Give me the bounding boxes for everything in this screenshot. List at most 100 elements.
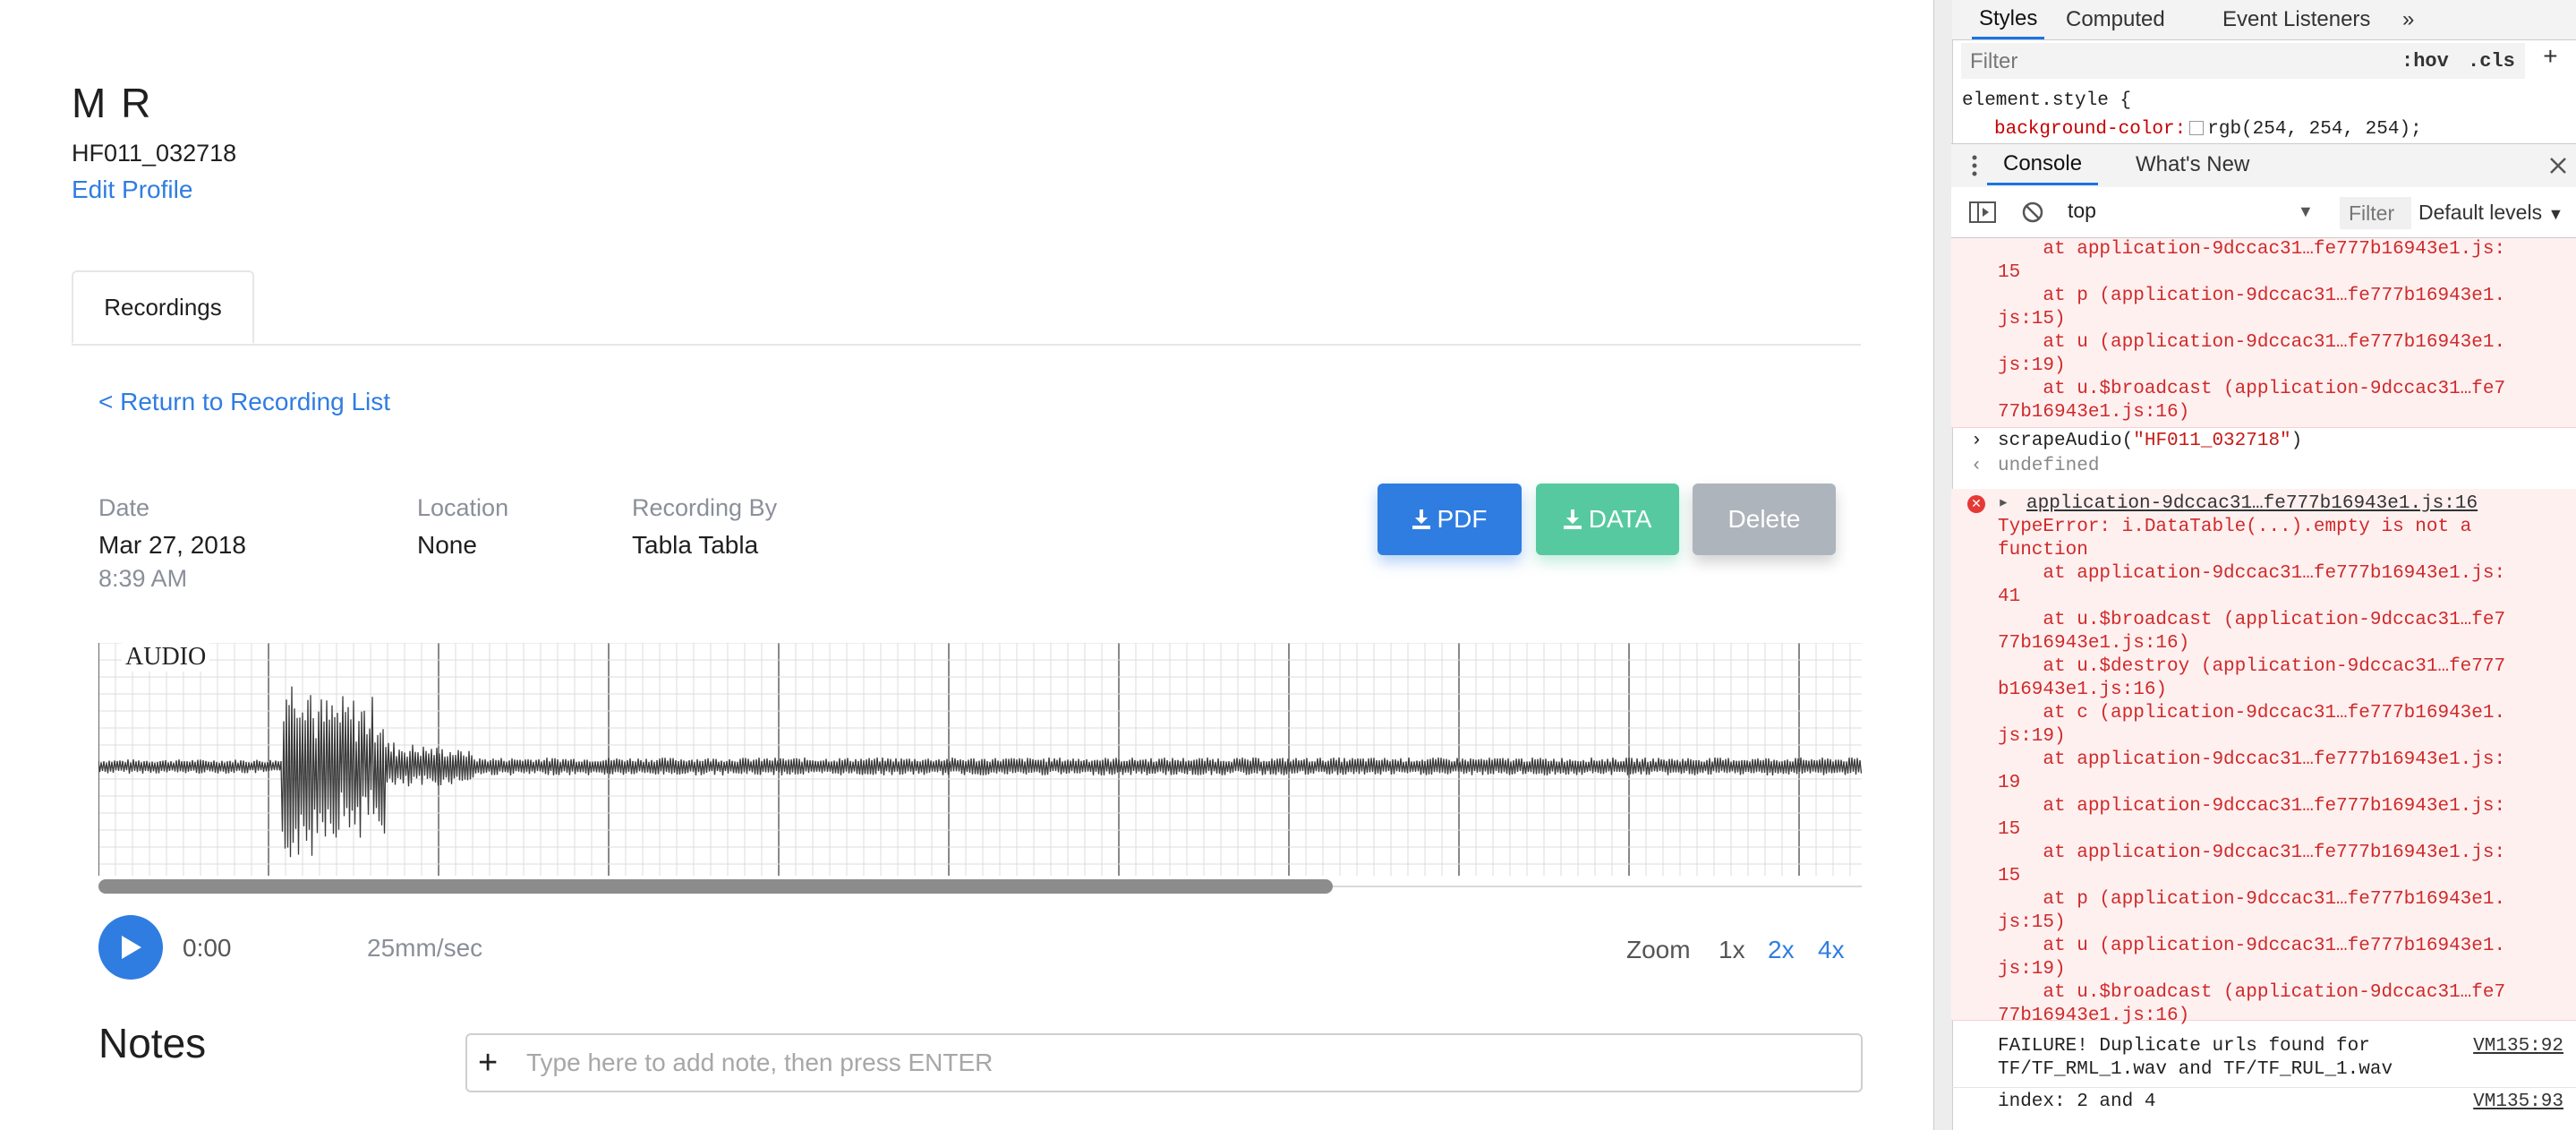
stack-line[interactable]: at c (application-9dccac31…fe777b16943e1… — [1998, 702, 2505, 725]
log-message: index: 2 and 4 — [1998, 1091, 2156, 1112]
log-levels-label: Default levels — [2418, 201, 2543, 224]
console-command: scrapeAudio("HF011_032718") — [1998, 430, 2302, 453]
log-source-link[interactable]: VM135:93 — [2473, 1091, 2563, 1114]
data-download-button[interactable]: DATA — [1536, 484, 1679, 555]
color-swatch-icon[interactable] — [2189, 121, 2205, 135]
stack-line[interactable]: at u.$broadcast (application-9dccac31…fe… — [1998, 981, 2505, 1005]
stack-line[interactable]: 77b16943e1.js:16) — [1998, 401, 2189, 424]
hov-toggle[interactable]: :hov — [2401, 50, 2449, 73]
stack-line[interactable]: at p (application-9dccac31…fe777b16943e1… — [1998, 285, 2505, 308]
new-rule-icon[interactable]: + — [2543, 45, 2558, 73]
stack-line[interactable]: at application-9dccac31…fe777b16943e1.js… — [1998, 238, 2505, 261]
plus-icon: + — [478, 1044, 499, 1082]
tab-event-listeners[interactable]: Event Listeners — [2222, 0, 2370, 39]
time-value: 8:39 AM — [98, 565, 188, 592]
divider — [1951, 1087, 2576, 1088]
result-arrow-icon: ‹ — [1971, 456, 1983, 476]
stack-line[interactable]: js:15) — [1998, 912, 2066, 935]
play-button[interactable] — [98, 915, 163, 980]
stack-line[interactable]: js:19) — [1998, 958, 2066, 981]
notes-title: Notes — [98, 1020, 207, 1066]
date-label: Date — [98, 494, 150, 521]
stack-line[interactable]: at p (application-9dccac31…fe777b16943e1… — [1998, 888, 2505, 912]
log-source-link[interactable]: VM135:92 — [2473, 1035, 2563, 1058]
log-message: TF/TF_RML_1.wav and TF/TF_RUL_1.wav — [1998, 1059, 2393, 1080]
cmd-argument: "HF011_032718" — [2133, 431, 2291, 451]
expand-triangle-icon[interactable]: ▸ — [1998, 492, 2009, 516]
zoom-label: Zoom — [1626, 936, 1691, 963]
tab-styles[interactable]: Styles — [1972, 0, 2045, 39]
log-levels-select[interactable]: Default levels ▼ — [2418, 201, 2563, 225]
devtools-tab-bar: Styles Computed Event Listeners » — [1952, 0, 2576, 40]
scrollbar-thumb — [98, 879, 1333, 894]
stack-line[interactable]: at application-9dccac31…fe777b16943e1.js… — [1998, 562, 2505, 586]
stack-line[interactable]: at application-9dccac31…fe777b16943e1.js… — [1998, 842, 2505, 865]
stack-line[interactable]: 77b16943e1.js:16) — [1998, 1005, 2189, 1028]
sidebar-toggle-icon[interactable] — [1969, 201, 1996, 223]
note-input[interactable] — [465, 1033, 1863, 1092]
playback-time: 0:00 — [183, 934, 232, 962]
style-prop-value: rgb(254, 254, 254); — [2207, 119, 2422, 140]
tab-console[interactable]: Console — [1987, 144, 2099, 185]
stack-line[interactable]: 77b16943e1.js:16) — [1998, 632, 2189, 655]
recording-by-label: Recording By — [632, 494, 778, 521]
zoom-1x[interactable]: 1x — [1719, 936, 1745, 964]
cmd-function: scrapeAudio( — [1998, 431, 2134, 451]
console-result: undefined — [1998, 456, 2100, 476]
play-icon — [122, 936, 141, 959]
stack-line[interactable]: 15 — [1998, 818, 2020, 842]
grid-background — [98, 643, 1862, 876]
stack-line[interactable]: at u.$broadcast (application-9dccac31…fe… — [1998, 378, 2505, 401]
more-tabs-icon[interactable]: » — [2402, 0, 2414, 39]
location-value: None — [417, 531, 477, 559]
tab-whats-new[interactable]: What's New — [2136, 144, 2249, 185]
delete-button[interactable]: Delete — [1693, 484, 1836, 555]
styles-filter-input[interactable] — [1968, 45, 2348, 79]
stack-line[interactable]: js:19) — [1998, 725, 2066, 749]
stack-line[interactable]: 15 — [1998, 865, 2020, 888]
stack-line[interactable]: at u.$broadcast (application-9dccac31…fe… — [1998, 609, 2505, 632]
profile-id: HF011_032718 — [72, 140, 237, 167]
stack-line[interactable]: 15 — [1998, 261, 2020, 285]
console-filter-input[interactable]: Filter — [2340, 197, 2411, 229]
close-icon[interactable] — [2549, 157, 2567, 175]
stack-line[interactable]: at u (application-9dccac31…fe777b16943e1… — [1998, 331, 2505, 355]
tab-bar: Recordings — [72, 270, 1861, 346]
zoom-4x[interactable]: 4x — [1818, 936, 1845, 964]
audio-waveform-panel[interactable]: AUDIO — [98, 642, 1863, 895]
stack-line[interactable]: at u.$destroy (application-9dccac31…fe77… — [1998, 655, 2505, 679]
stack-line[interactable]: js:15) — [1998, 308, 2066, 331]
stack-line[interactable]: at u (application-9dccac31…fe777b16943e1… — [1998, 935, 2505, 958]
return-to-list-link[interactable]: < Return to Recording List — [98, 388, 390, 416]
prompt-chevron-icon: › — [1971, 431, 1983, 451]
edit-profile-link[interactable]: Edit Profile — [72, 175, 192, 204]
dropdown-arrow-icon: ▼ — [2547, 205, 2564, 223]
dropdown-arrow-icon: ▼ — [2298, 202, 2314, 220]
zoom-2x[interactable]: 2x — [1768, 936, 1795, 964]
app-main: M R HF011_032718 Edit Profile Recordings… — [0, 0, 1933, 1130]
location-label: Location — [417, 494, 509, 521]
log-message: FAILURE! Duplicate urls found for — [1998, 1036, 2370, 1057]
playback-speed: 25mm/sec — [367, 934, 483, 962]
profile-name: M R — [72, 80, 153, 126]
download-icon — [1412, 509, 1430, 529]
stack-line[interactable]: 19 — [1998, 772, 2020, 795]
tab-computed[interactable]: Computed — [2066, 0, 2165, 39]
tab-recordings[interactable]: Recordings — [72, 270, 254, 344]
waveform-graph — [98, 642, 1863, 894]
console-drawer-bar: Console What's New — [1951, 143, 2576, 188]
clear-console-icon[interactable] — [2021, 201, 2044, 224]
stack-line[interactable]: at application-9dccac31…fe777b16943e1.js… — [1998, 795, 2505, 818]
kebab-menu-icon[interactable] — [1972, 155, 1977, 176]
context-select[interactable]: top — [2068, 199, 2315, 227]
error-icon: ✕ — [1967, 495, 1985, 513]
cmd-close: ) — [2290, 431, 2303, 451]
audio-label: AUDIO — [122, 643, 210, 672]
stack-line[interactable]: 41 — [1998, 586, 2020, 609]
stack-line[interactable]: b16943e1.js:16) — [1998, 679, 2167, 702]
error-source-link[interactable]: application-9dccac31…fe777b16943e1.js:16 — [2026, 492, 2478, 516]
pdf-download-button[interactable]: PDF — [1378, 484, 1522, 555]
stack-line[interactable]: at application-9dccac31…fe777b16943e1.js… — [1998, 749, 2505, 772]
stack-line[interactable]: js:19) — [1998, 355, 2066, 378]
cls-toggle[interactable]: .cls — [2468, 50, 2515, 73]
